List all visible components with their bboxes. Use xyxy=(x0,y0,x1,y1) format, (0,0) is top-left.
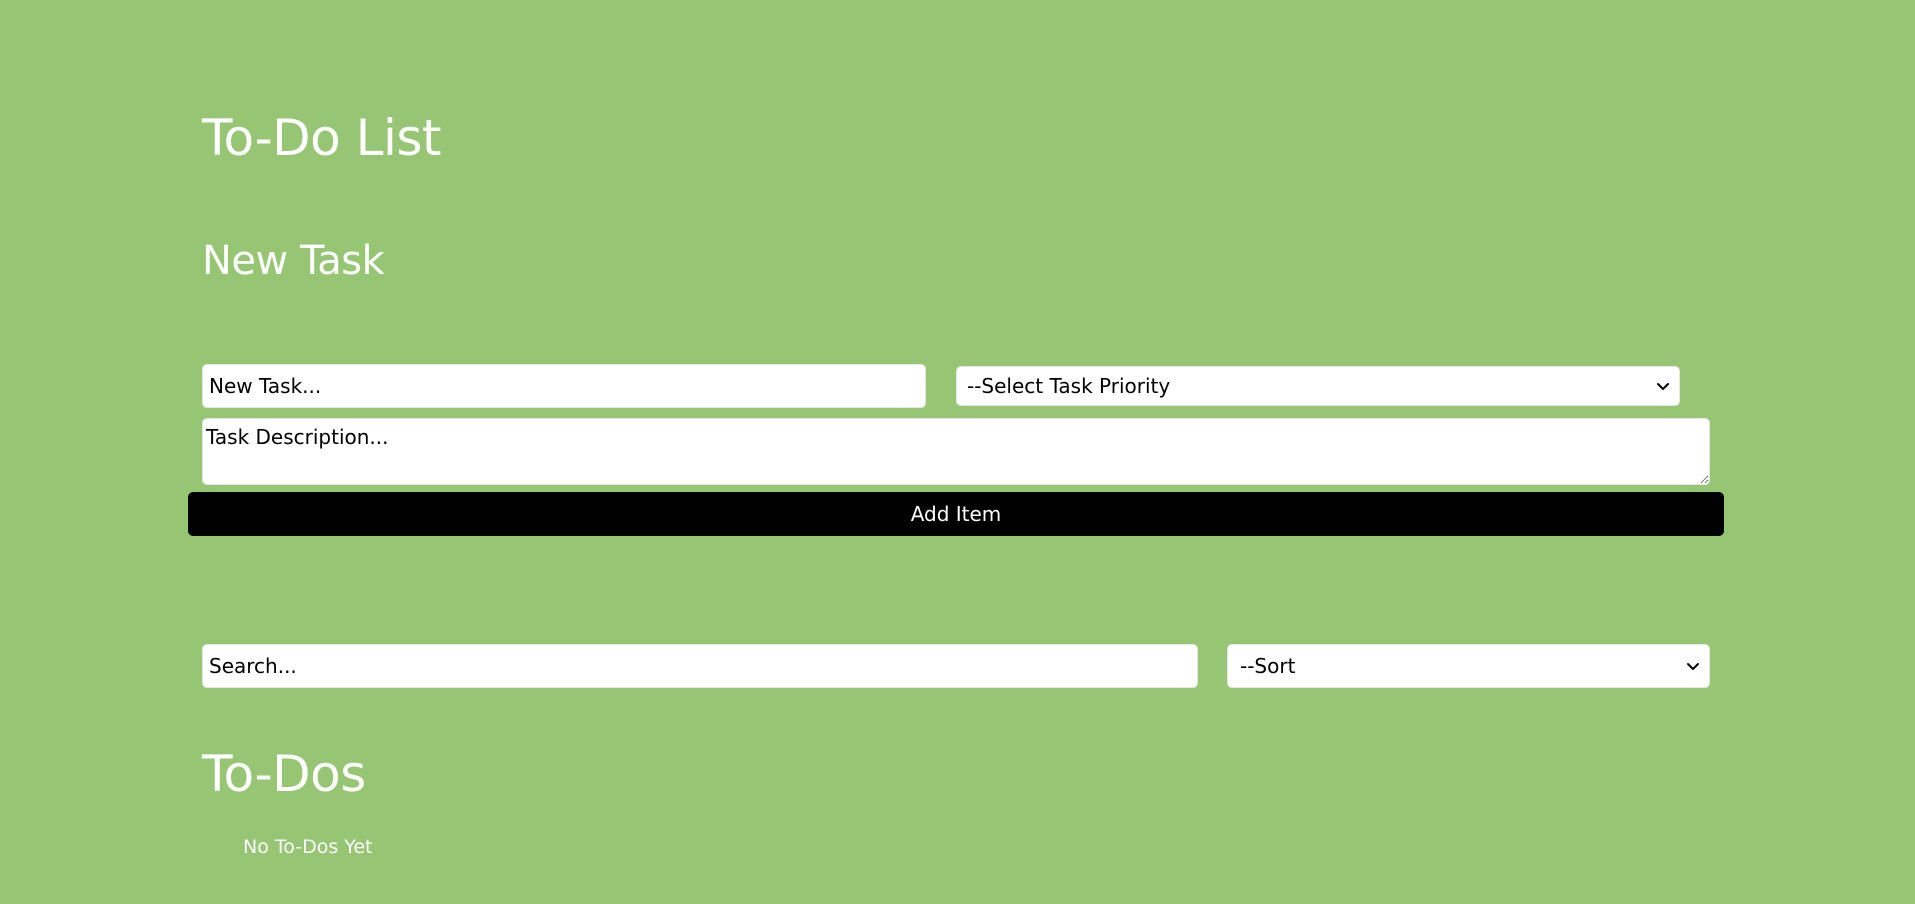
task-priority-selected-value: --Select Task Priority xyxy=(967,374,1171,398)
search-input[interactable] xyxy=(202,644,1198,688)
todos-heading: To-Dos xyxy=(202,745,366,803)
task-description-input[interactable] xyxy=(202,418,1710,485)
new-task-input[interactable] xyxy=(202,364,926,408)
sort-selected-value: --Sort xyxy=(1240,654,1296,678)
sort-select[interactable]: --Sort xyxy=(1227,644,1710,688)
page-title: To-Do List xyxy=(202,109,442,167)
new-task-heading: New Task xyxy=(202,238,385,284)
empty-todos-message: No To-Dos Yet xyxy=(243,836,373,858)
chevron-down-icon xyxy=(1657,383,1669,390)
add-item-button[interactable]: Add Item xyxy=(188,492,1724,536)
task-priority-select[interactable]: --Select Task Priority xyxy=(956,366,1680,406)
chevron-down-icon xyxy=(1687,663,1699,670)
